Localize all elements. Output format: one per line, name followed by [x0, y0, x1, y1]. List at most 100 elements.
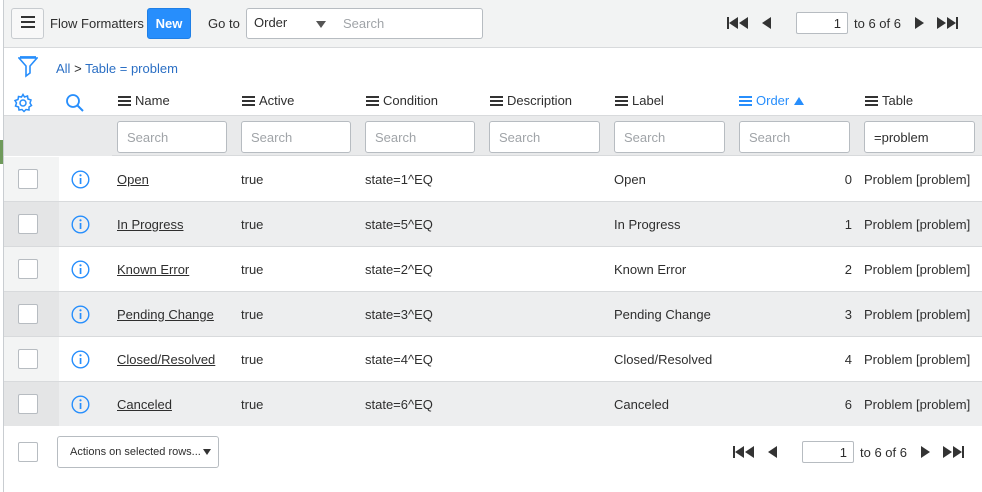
column-header-active[interactable]: Active: [242, 93, 294, 108]
column-menu-icon[interactable]: [118, 94, 131, 108]
info-circle-icon[interactable]: [71, 350, 90, 372]
goto-field-select[interactable]: Order: [246, 8, 334, 39]
row-checkbox[interactable]: [18, 259, 38, 279]
column-menu-icon[interactable]: [865, 94, 878, 108]
select-all-checkbox[interactable]: [18, 442, 38, 462]
column-search-row: Search Search Search Search Search Searc…: [4, 116, 982, 156]
row-checkbox[interactable]: [18, 304, 38, 324]
breadcrumb-row: All > Table = problem: [4, 49, 982, 87]
row-table: Problem [problem]: [864, 352, 971, 367]
goto-field-value: Order: [254, 15, 288, 30]
prev-page-icon[interactable]: [758, 446, 786, 458]
row-active: true: [241, 307, 264, 322]
next-page-icon[interactable]: [913, 446, 939, 458]
first-page-icon[interactable]: [724, 17, 752, 29]
chevron-down-icon: [316, 21, 326, 28]
row-select-cell: [4, 337, 59, 381]
row-table: Problem [problem]: [864, 172, 971, 187]
row-name-link[interactable]: Canceled: [117, 397, 172, 412]
column-header-order[interactable]: Order: [739, 93, 805, 108]
new-button[interactable]: New: [147, 8, 191, 39]
row-table: Problem [problem]: [864, 262, 971, 277]
row-name-link[interactable]: Closed/Resolved: [117, 352, 215, 367]
row-name-link[interactable]: Known Error: [117, 262, 189, 277]
row-select-cell: [4, 382, 59, 426]
last-page-icon[interactable]: [933, 17, 961, 29]
table-row: In Progress true state=5^EQ In Progress …: [4, 202, 982, 247]
breadcrumb-filter[interactable]: Table = problem: [85, 61, 178, 76]
condition-search-input[interactable]: Search: [365, 121, 475, 153]
column-menu-icon[interactable]: [615, 94, 628, 108]
row-order: 3: [844, 307, 852, 322]
column-header-order-label: Order: [756, 93, 790, 108]
row-condition: state=3^EQ: [365, 307, 433, 322]
name-search-input[interactable]: Search: [117, 121, 227, 153]
table-row: Canceled true state=6^EQ Canceled 6 Prob…: [4, 382, 982, 427]
sort-ascending-icon: [794, 96, 805, 105]
row-label: Open: [614, 172, 646, 187]
list-menu-button[interactable]: [11, 8, 44, 39]
row-name-link[interactable]: In Progress: [117, 217, 183, 232]
actions-select[interactable]: Actions on selected rows...: [57, 436, 219, 468]
row-table: Problem [problem]: [864, 307, 971, 322]
table-row: Open true state=1^EQ Open 0 Problem [pro…: [4, 157, 982, 202]
row-order: 1: [844, 217, 852, 232]
column-header-name[interactable]: Name: [118, 93, 170, 108]
column-header-label[interactable]: Label: [615, 93, 664, 108]
prev-page-icon[interactable]: [752, 17, 780, 29]
column-header-table[interactable]: Table: [865, 93, 913, 108]
column-header-description[interactable]: Description: [490, 93, 572, 108]
row-select-cell: [4, 157, 59, 201]
row-table: Problem [problem]: [864, 397, 971, 412]
row-select-cell: [4, 202, 59, 246]
column-header-label-label: Label: [632, 93, 664, 108]
active-search-input[interactable]: Search: [241, 121, 351, 153]
row-active: true: [241, 262, 264, 277]
next-page-icon[interactable]: [907, 17, 933, 29]
row-condition: state=4^EQ: [365, 352, 433, 367]
table-row: Closed/Resolved true state=4^EQ Closed/R…: [4, 337, 982, 382]
row-checkbox[interactable]: [18, 214, 38, 234]
row-checkbox[interactable]: [18, 169, 38, 189]
row-checkbox[interactable]: [18, 394, 38, 414]
magnifier-icon[interactable]: [65, 93, 85, 116]
gear-icon[interactable]: [13, 93, 33, 116]
column-menu-icon[interactable]: [242, 94, 255, 108]
row-condition: state=1^EQ: [365, 172, 433, 187]
funnel-icon[interactable]: [17, 56, 39, 81]
info-circle-icon[interactable]: [71, 305, 90, 327]
row-label: Pending Change: [614, 307, 711, 322]
chevron-down-icon: [203, 449, 211, 455]
row-table: Problem [problem]: [864, 217, 971, 232]
goto-label: Go to: [208, 16, 240, 31]
header-pager: 1 to 6 of 6: [724, 11, 961, 35]
header-page-number[interactable]: 1: [796, 12, 848, 34]
footer-page-number[interactable]: 1: [802, 441, 854, 463]
info-circle-icon[interactable]: [71, 260, 90, 282]
order-search-input[interactable]: Search: [739, 121, 850, 153]
column-menu-icon[interactable]: [490, 94, 503, 108]
row-name-link[interactable]: Open: [117, 172, 149, 187]
row-label: Closed/Resolved: [614, 352, 713, 367]
info-circle-icon[interactable]: [71, 170, 90, 192]
column-header-condition[interactable]: Condition: [366, 93, 438, 108]
column-header-name-label: Name: [135, 93, 170, 108]
column-header-row: Name Active Condition Description Label …: [4, 87, 982, 116]
first-page-icon[interactable]: [730, 446, 758, 458]
row-select-cell: [4, 247, 59, 291]
column-menu-icon[interactable]: [366, 94, 379, 108]
search-row-spacer: [4, 116, 112, 156]
row-checkbox[interactable]: [18, 349, 38, 369]
label-search-input[interactable]: Search: [614, 121, 725, 153]
info-circle-icon[interactable]: [71, 215, 90, 237]
column-menu-icon[interactable]: [739, 94, 752, 108]
table-row: Pending Change true state=3^EQ Pending C…: [4, 292, 982, 337]
description-search-input[interactable]: Search: [489, 121, 600, 153]
row-name-link[interactable]: Pending Change: [117, 307, 214, 322]
info-circle-icon[interactable]: [71, 395, 90, 417]
table-search-input[interactable]: =problem: [864, 121, 975, 153]
last-page-icon[interactable]: [939, 446, 967, 458]
breadcrumb-all[interactable]: All: [56, 61, 70, 76]
row-label: Canceled: [614, 397, 669, 412]
header-search-input[interactable]: Search: [333, 8, 483, 39]
